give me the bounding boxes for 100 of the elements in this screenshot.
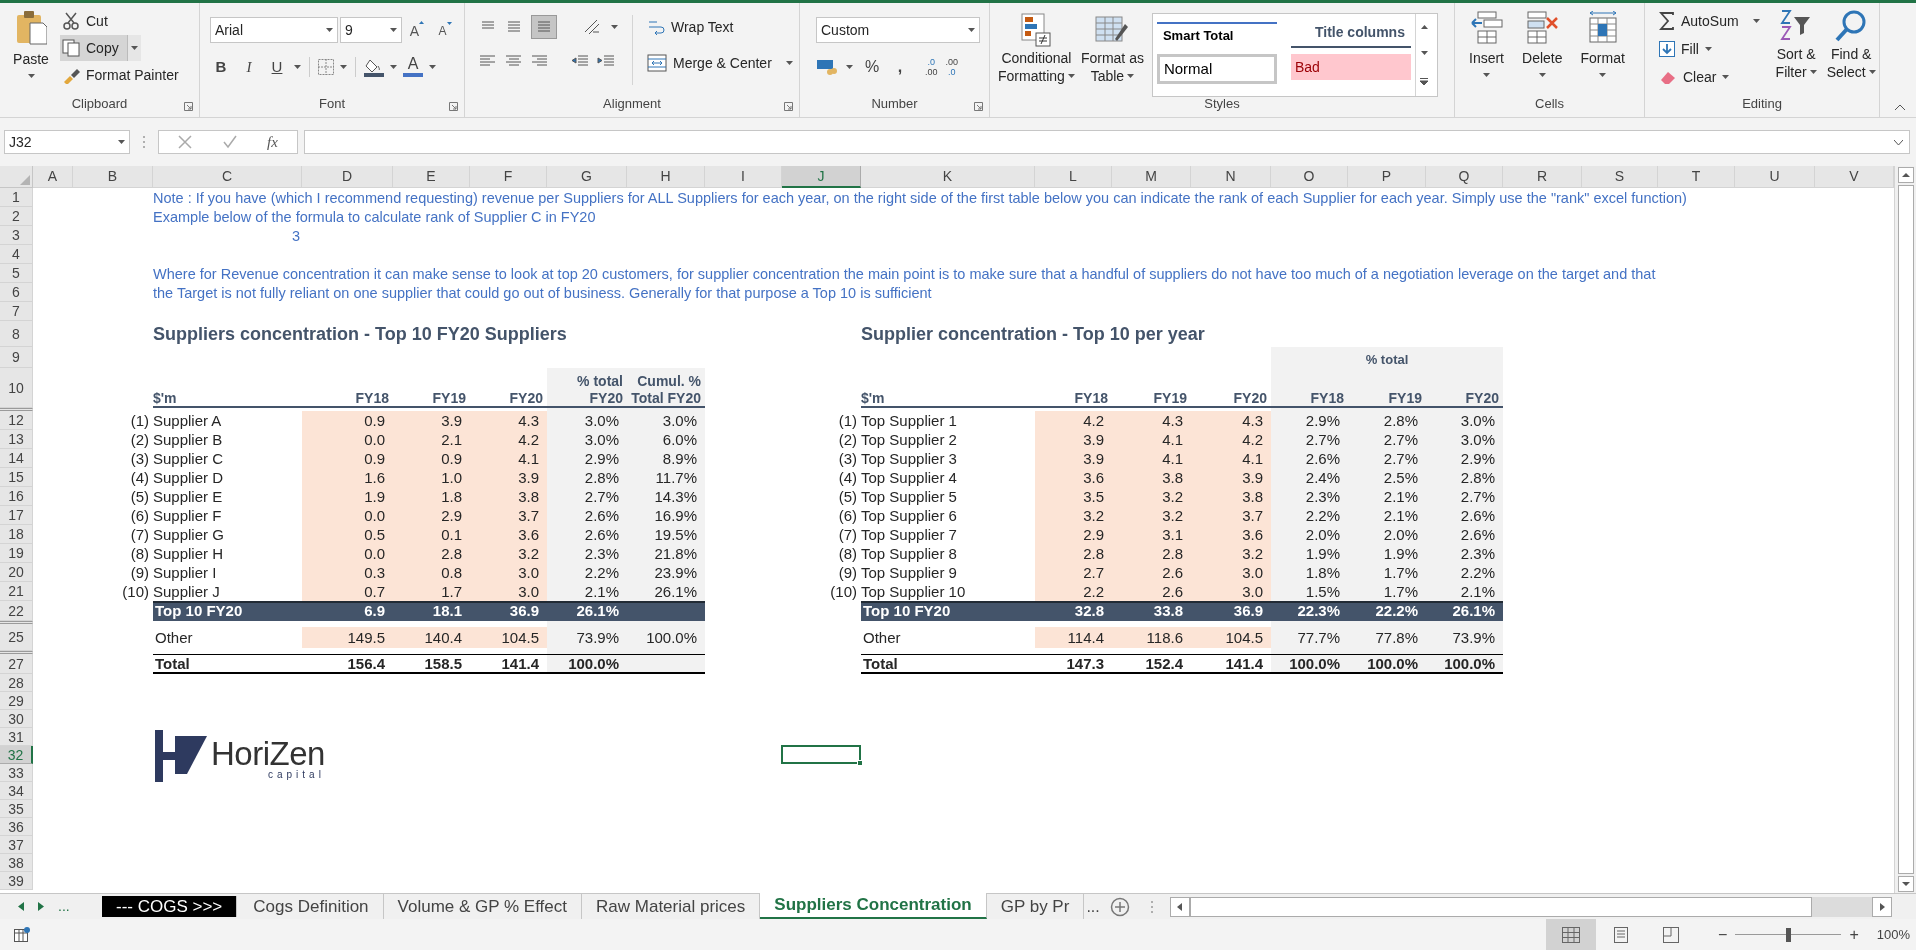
row-header[interactable]: 29 <box>0 692 33 710</box>
column-header[interactable]: C <box>153 166 302 188</box>
paste-button[interactable]: Paste <box>8 9 54 87</box>
row-header[interactable]: 3 <box>0 226 33 245</box>
row-header[interactable]: 10 <box>0 368 33 408</box>
column-header[interactable]: E <box>393 166 470 188</box>
copy-button[interactable]: Copy <box>60 35 127 61</box>
column-header[interactable]: B <box>73 166 153 188</box>
increase-decimal-button[interactable]: .0 .00 <box>925 57 938 77</box>
row-header[interactable]: 14 <box>0 449 33 468</box>
format-as-table-button[interactable]: Format as Table <box>1080 13 1144 97</box>
row-header[interactable]: 36 <box>0 818 33 836</box>
decrease-decimal-button[interactable]: .00 .0 <box>945 57 959 77</box>
row-header[interactable]: 33 <box>0 764 33 782</box>
font-name-field[interactable]: Arial <box>210 17 338 43</box>
merge-center-button[interactable]: Merge & Center <box>647 51 793 75</box>
row-header[interactable]: 32 <box>0 746 33 764</box>
italic-button[interactable]: I <box>238 55 260 79</box>
cell-style-option[interactable]: Smart Total <box>1156 22 1277 48</box>
row-header[interactable]: 13 <box>0 430 33 449</box>
row-header[interactable]: 6 <box>0 283 33 302</box>
column-header[interactable]: D <box>302 166 393 188</box>
insert-function-button[interactable]: fx <box>266 130 278 154</box>
comma-button[interactable]: , <box>891 55 909 79</box>
row-header[interactable]: 22 <box>0 601 33 621</box>
row-header[interactable]: 20 <box>0 563 33 582</box>
column-header[interactable]: U <box>1735 166 1815 188</box>
row-header[interactable]: 39 <box>0 872 33 890</box>
row-header[interactable]: 35 <box>0 800 33 818</box>
shrink-font-button[interactable]: A <box>432 17 458 43</box>
formula-controls-field[interactable]: fx <box>158 130 298 154</box>
row-header[interactable]: 2 <box>0 207 33 226</box>
sheet-tab[interactable]: --- COGS >>> <box>102 896 238 917</box>
format-painter-button[interactable]: Format Painter <box>60 63 181 87</box>
zoom-level[interactable]: 100% <box>1876 924 1910 945</box>
column-header[interactable]: K <box>861 166 1035 188</box>
cell-style-option[interactable]: Normal <box>1156 54 1277 84</box>
font-color-button[interactable]: A <box>403 55 423 79</box>
percent-button[interactable]: % <box>861 55 883 79</box>
row-header[interactable]: 31 <box>0 728 33 746</box>
view-button[interactable] <box>1546 919 1597 950</box>
clear-button[interactable]: Clear <box>1659 65 1760 89</box>
fill-button[interactable]: Fill <box>1659 37 1760 61</box>
row-header[interactable]: 7 <box>0 302 33 321</box>
column-header[interactable]: I <box>705 166 782 188</box>
row-header[interactable]: 37 <box>0 836 33 854</box>
column-header[interactable]: H <box>627 166 705 188</box>
conditional-formatting-button[interactable]: Conditional Formatting <box>998 13 1075 97</box>
row-header[interactable]: 15 <box>0 468 33 487</box>
number-format-field[interactable]: Custom <box>816 17 980 43</box>
row-header[interactable]: 28 <box>0 674 33 692</box>
column-header[interactable]: T <box>1658 166 1735 188</box>
font-size-field[interactable]: 9 <box>340 17 402 43</box>
row-header[interactable]: 9 <box>0 347 33 368</box>
sort-filter-button[interactable]: Sort & Filter <box>1775 9 1817 89</box>
row-header[interactable]: 16 <box>0 487 33 506</box>
formula-input-field[interactable] <box>304 130 1910 154</box>
zoom-in-button[interactable]: + <box>1849 922 1859 947</box>
column-header[interactable]: V <box>1815 166 1894 188</box>
find-select-button[interactable]: Find & Select <box>1826 9 1876 89</box>
row-header[interactable]: 18 <box>0 525 33 544</box>
cell-style-option[interactable]: Bad <box>1290 54 1411 80</box>
underline-button[interactable]: U <box>266 55 288 79</box>
row-header[interactable]: 12 <box>0 411 33 430</box>
row-header[interactable]: 30 <box>0 710 33 728</box>
column-header[interactable]: S <box>1582 166 1658 188</box>
more-sheets-button[interactable]: ... <box>58 896 70 917</box>
row-header[interactable]: 25 <box>0 624 33 651</box>
cell-insert-button[interactable]: Insert <box>1469 11 1504 77</box>
column-header[interactable]: M <box>1112 166 1191 188</box>
zoom-out-button[interactable]: − <box>1718 922 1728 947</box>
column-header[interactable]: G <box>547 166 627 188</box>
scrollbar-thumb[interactable] <box>1897 185 1914 874</box>
column-header[interactable]: N <box>1191 166 1271 188</box>
cell-style-option[interactable]: Title columns <box>1290 22 1411 48</box>
zoom-slider-thumb[interactable] <box>1786 927 1792 942</box>
row-header[interactable]: 38 <box>0 854 33 872</box>
row-header[interactable]: 4 <box>0 245 33 264</box>
sheet-tab[interactable]: Suppliers Concentration <box>760 893 987 919</box>
column-header[interactable]: F <box>470 166 547 188</box>
row-header[interactable]: 27 <box>0 654 33 674</box>
grow-font-button[interactable]: A <box>404 17 430 43</box>
bold-button[interactable]: B <box>210 55 232 79</box>
cut-button[interactable]: Cut <box>60 9 181 33</box>
row-header[interactable]: 19 <box>0 544 33 563</box>
column-header[interactable]: L <box>1035 166 1112 188</box>
cell-format-button[interactable]: Format <box>1580 11 1625 77</box>
cell-delete-button[interactable]: Delete <box>1522 11 1563 77</box>
row-header[interactable]: 21 <box>0 582 33 601</box>
row-header[interactable]: 8 <box>0 321 33 347</box>
more-sheets-button[interactable]: ... <box>1086 894 1100 919</box>
column-header[interactable]: Q <box>1426 166 1503 188</box>
column-header[interactable]: J <box>782 166 861 188</box>
row-header[interactable]: 5 <box>0 264 33 283</box>
name-box[interactable]: J32 <box>4 130 130 154</box>
row-header[interactable]: 17 <box>0 506 33 525</box>
wrap-text-button[interactable]: Wrap Text <box>647 15 793 39</box>
scrollbar-thumb[interactable] <box>1189 896 1812 917</box>
column-header[interactable]: R <box>1503 166 1582 188</box>
autosum-button[interactable]: AutoSum <box>1659 9 1760 33</box>
